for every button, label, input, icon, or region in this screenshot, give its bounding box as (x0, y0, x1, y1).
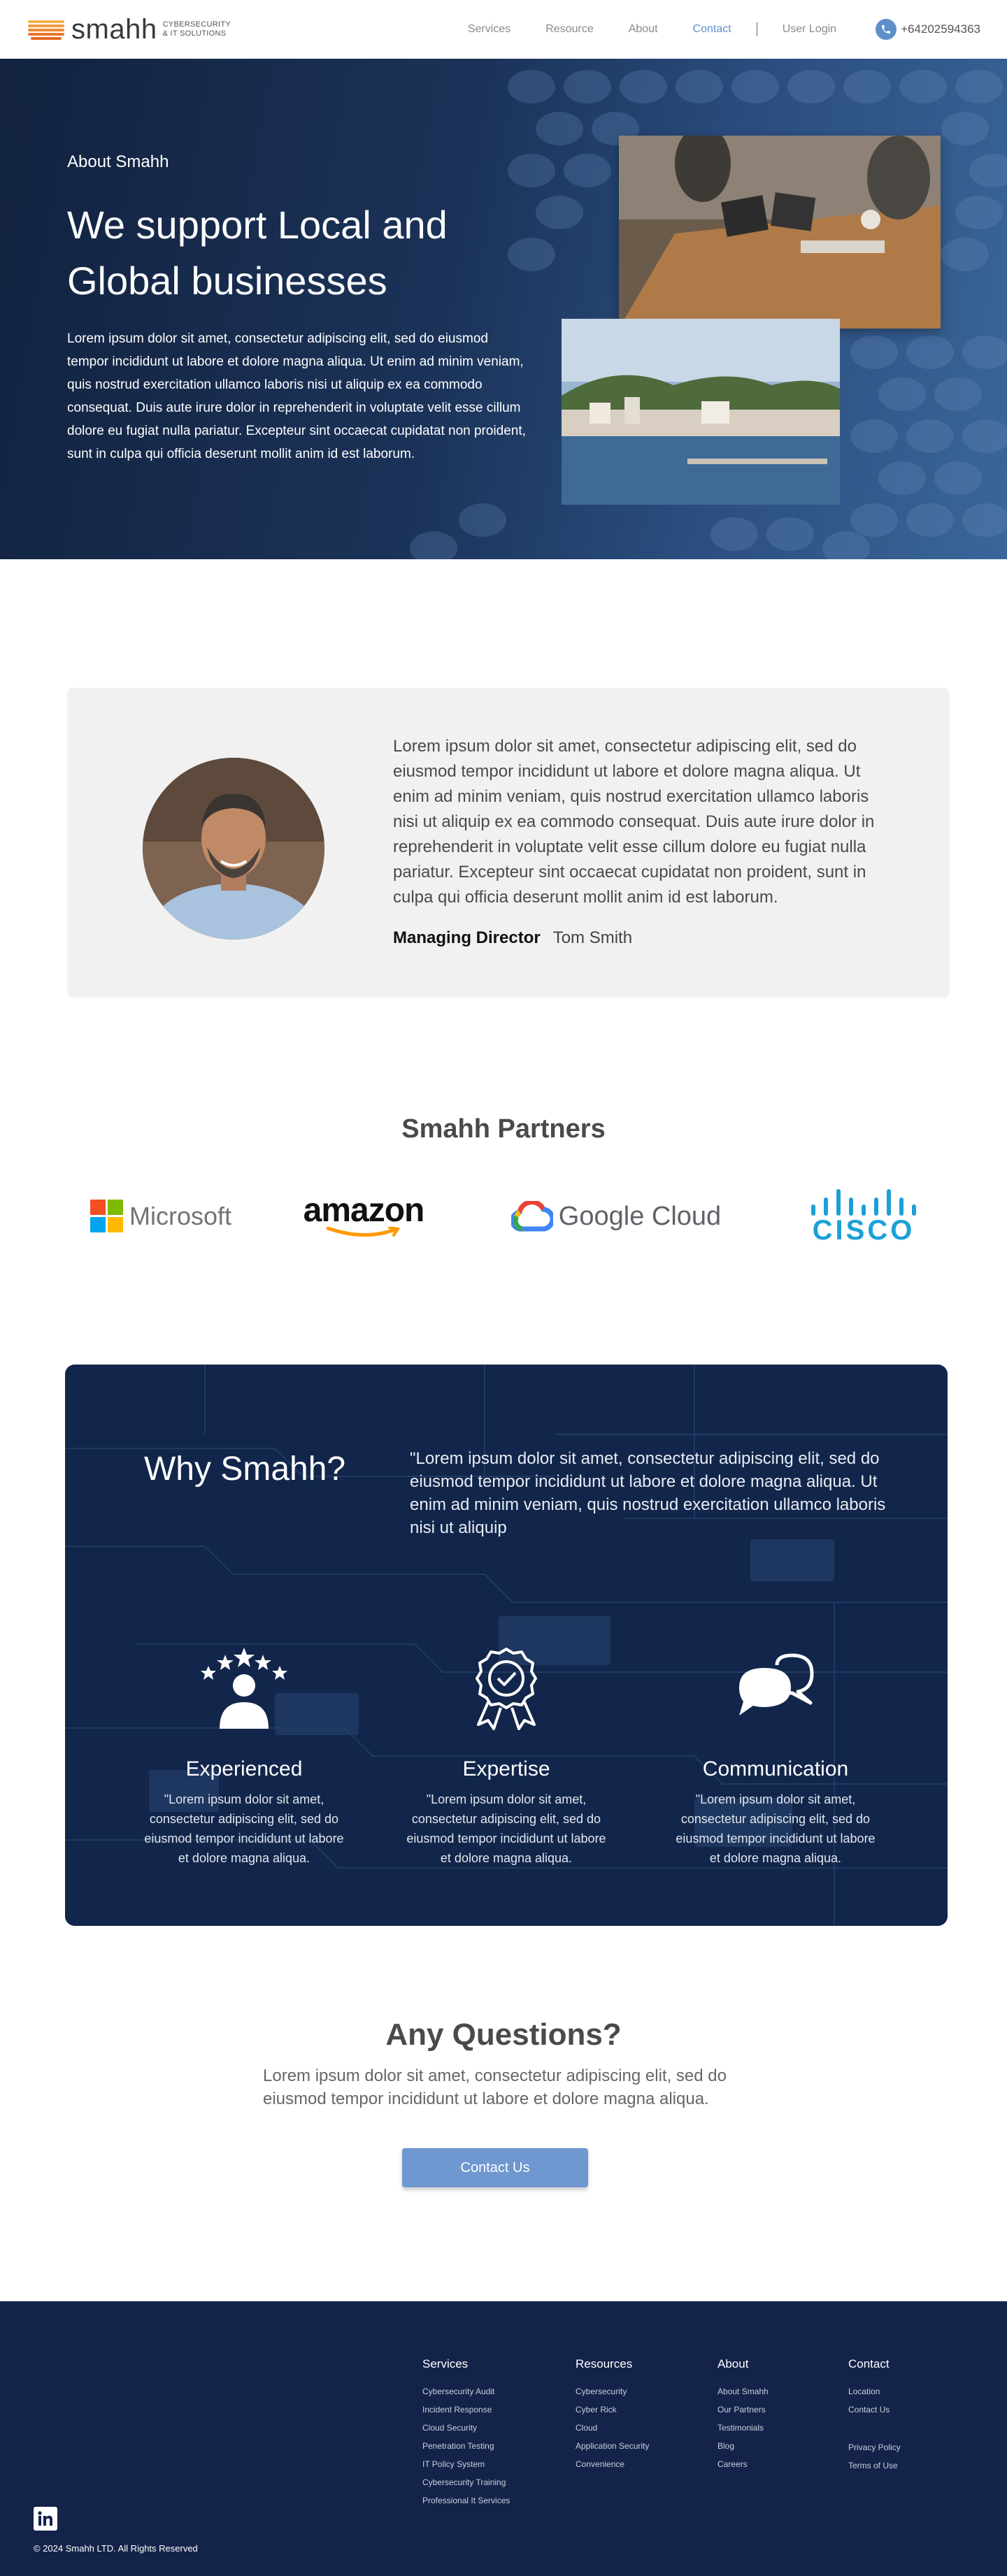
footer-col-title: Services (422, 2357, 469, 2370)
footer-link[interactable]: Careers (717, 2455, 769, 2473)
site-header: smahh CYBERSECURITY & IT SOLUTIONS Servi… (0, 0, 1007, 59)
phone-contact[interactable]: +64202594363 (876, 19, 980, 40)
nav-about[interactable]: About (629, 23, 658, 36)
google-cloud-logo-icon (510, 1201, 553, 1232)
footer-link[interactable]: Terms of Use (848, 2456, 901, 2475)
feature-communication: Communication "Lorem ipsum dolor sit ame… (672, 1643, 879, 1868)
award-badge-icon (476, 1648, 537, 1730)
footer-link[interactable]: Our Partners (717, 2401, 769, 2419)
footer-col-contact: Contact Location Contact Us Privacy Poli… (848, 2357, 901, 2475)
logo[interactable]: smahh CYBERSECURITY & IT SOLUTIONS (27, 15, 231, 43)
footer-col-resources: Resources Cybersecurity Cyber Rick Cloud… (576, 2357, 649, 2473)
logo-wordmark: smahh (71, 14, 157, 45)
feature-title: Expertise (462, 1757, 550, 1780)
nav-services[interactable]: Services (468, 23, 510, 36)
sun-logo-icon (28, 20, 64, 40)
partner-logo-cisco[interactable]: CISCO (804, 1188, 923, 1244)
amazon-smile-icon (326, 1227, 401, 1237)
director-avatar (143, 758, 324, 940)
phone-icon (876, 19, 897, 40)
cisco-wordmark: CISCO (812, 1215, 915, 1246)
footer-link[interactable]: About Smahh (717, 2382, 769, 2401)
footer-link[interactable]: Incident Response (422, 2401, 510, 2419)
feature-text: "Lorem ipsum dolor sit amet, consectetur… (144, 1792, 344, 1865)
user-login-link[interactable]: User Login (783, 23, 836, 36)
footer-link[interactable]: Cloud (576, 2419, 649, 2437)
footer-link[interactable]: Penetration Testing (422, 2437, 510, 2455)
feature-text: "Lorem ipsum dolor sit amet, consectetur… (676, 1792, 876, 1865)
footer-link[interactable]: Privacy Policy (848, 2438, 901, 2456)
footer-link[interactable]: Contact Us (848, 2401, 901, 2419)
footer-link[interactable]: Blog (717, 2437, 769, 2455)
director-role: Managing Director (393, 928, 541, 947)
logo-tagline: CYBERSECURITY & IT SOLUTIONS (162, 20, 231, 38)
feature-expertise: Expertise "Lorem ipsum dolor sit amet, c… (403, 1643, 610, 1868)
feature-title: Experienced (185, 1757, 303, 1780)
feature-text: "Lorem ipsum dolor sit amet, consectetur… (406, 1792, 606, 1865)
cisco-bridge-icon (811, 1189, 916, 1216)
why-quote: "Lorem ipsum dolor sit amet, consectetur… (410, 1449, 886, 1537)
footer-link[interactable]: Professional It Services (422, 2491, 510, 2510)
partner-logo-amazon[interactable]: amazon (301, 1188, 427, 1244)
google-cloud-wordmark: Google Cloud (558, 1201, 722, 1231)
footer-link[interactable]: Application Security (576, 2437, 649, 2455)
footer-col-title: About (717, 2357, 749, 2370)
footer-link[interactable]: Convenience (576, 2455, 649, 2473)
why-section: Why Smahh? "Lorem ipsum dolor sit amet, … (65, 1365, 948, 1926)
partner-logo-google-cloud[interactable]: Google Cloud (508, 1188, 724, 1244)
footer-link[interactable]: Cyber Rick (576, 2401, 649, 2419)
partner-logo-microsoft[interactable]: Microsoft (84, 1188, 238, 1244)
copyright-text: © 2024 Smahh LTD. All Rights Reserved (34, 2543, 198, 2554)
nav-resource[interactable]: Resource (545, 23, 593, 36)
site-footer: Services Cybersecurity Audit Incident Re… (0, 2301, 1007, 2576)
footer-link[interactable]: Cloud Security (422, 2419, 510, 2437)
hero-content: About Smahh We support Local and Global … (67, 152, 529, 466)
city-harbour-photo (562, 319, 840, 505)
hero-section: About Smahh We support Local and Global … (0, 59, 1007, 559)
hero-eyebrow: About Smahh (67, 152, 169, 171)
footer-col-title: Resources (576, 2357, 633, 2370)
user-stars-icon (201, 1648, 287, 1729)
microsoft-wordmark: Microsoft (129, 1202, 232, 1230)
director-name: Tom Smith (552, 928, 633, 947)
office-meeting-photo (619, 136, 941, 329)
questions-title: Any Questions? (385, 2017, 622, 2052)
footer-col-services: Services Cybersecurity Audit Incident Re… (422, 2357, 510, 2510)
director-card: Lorem ipsum dolor sit amet, consectetur … (67, 688, 950, 998)
phone-number: +64202594363 (901, 22, 980, 36)
feature-title: Communication (702, 1757, 849, 1780)
footer-link[interactable]: Cybersecurity (576, 2382, 649, 2401)
chat-bubbles-icon (739, 1653, 814, 1715)
why-title: Why Smahh? (144, 1451, 346, 1488)
hero-title: We support Local and Global businesses (67, 203, 448, 303)
footer-col-about: About About Smahh Our Partners Testimoni… (717, 2357, 769, 2473)
questions-text: Lorem ipsum dolor sit amet, consectetur … (263, 2066, 727, 2108)
footer-link[interactable]: Testimonials (717, 2419, 769, 2437)
linkedin-icon[interactable] (34, 2507, 57, 2531)
director-quote: Lorem ipsum dolor sit amet, consectetur … (393, 737, 875, 907)
footer-col-title: Contact (848, 2357, 890, 2370)
hero-description: Lorem ipsum dolor sit amet, consectetur … (67, 331, 526, 461)
footer-link[interactable]: Cybersecurity Training (422, 2473, 510, 2491)
footer-link[interactable]: Location (848, 2382, 901, 2401)
nav-contact[interactable]: Contact (693, 23, 731, 36)
footer-link[interactable]: IT Policy System (422, 2455, 510, 2473)
director-signature: Managing Director Tom Smith (393, 928, 632, 948)
amazon-wordmark: amazon (303, 1192, 425, 1229)
partners-title: Smahh Partners (401, 1114, 606, 1144)
contact-us-button[interactable]: Contact Us (402, 2148, 588, 2187)
main-nav: Services Resource About Contact User Log… (433, 22, 836, 36)
footer-link[interactable]: Cybersecurity Audit (422, 2382, 510, 2401)
feature-experienced: Experienced "Lorem ipsum dolor sit amet,… (141, 1643, 348, 1868)
microsoft-logo-icon (90, 1200, 123, 1232)
